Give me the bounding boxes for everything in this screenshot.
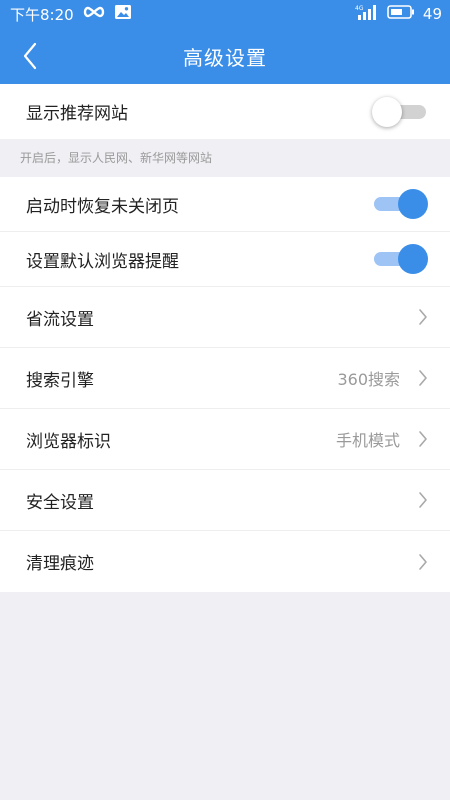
chevron-right-icon: [419, 553, 427, 570]
row-right: [418, 491, 428, 509]
row-default-browser-reminder[interactable]: 设置默认浏览器提醒: [0, 232, 450, 287]
row-show-recommended-sites[interactable]: 显示推荐网站: [0, 84, 450, 139]
infinity-icon: [82, 5, 106, 23]
row-label: 显示推荐网站: [26, 104, 128, 124]
chevron-right-icon: [419, 492, 427, 508]
settings-group-main: 启动时恢复未关闭页 设置默认浏览器提醒 省流设置 搜索引擎 360搜索 浏览器标…: [0, 177, 450, 592]
toggle-knob: [372, 96, 402, 127]
restore-pages-toggle[interactable]: [372, 188, 428, 220]
recommend-hint: 开启后，显示人民网、新华网等网站: [20, 151, 213, 165]
row-right: 手机模式: [336, 427, 428, 451]
row-clear-traces[interactable]: 清理痕迹: [0, 531, 450, 592]
row-browser-identity[interactable]: 浏览器标识 手机模式: [0, 409, 450, 470]
row-label: 搜索引擎: [26, 370, 94, 391]
title-bar: 高级设置: [0, 28, 450, 84]
status-left: 下午8:20: [10, 4, 132, 25]
toggle-knob: [398, 189, 428, 219]
chevron-right-icon: [419, 431, 427, 447]
row-search-engine[interactable]: 搜索引擎 360搜索: [0, 348, 450, 409]
back-arrow-icon: [23, 42, 37, 70]
status-right: 4G 49: [355, 4, 442, 24]
default-browser-toggle[interactable]: [372, 243, 428, 275]
settings-group-recommend: 显示推荐网站: [0, 84, 450, 139]
search-engine-value: 360搜索: [337, 370, 400, 389]
row-security-settings[interactable]: 安全设置: [0, 470, 450, 531]
row-right: [418, 553, 428, 571]
image-notification-icon: [114, 4, 132, 24]
signal-network-label: 4G: [355, 5, 364, 12]
browser-identity-value: 手机模式: [335, 431, 400, 450]
row-label: 安全设置: [26, 492, 94, 513]
row-right: [418, 308, 428, 326]
row-label: 启动时恢复未关闭页: [26, 196, 179, 217]
chevron-right-icon: [419, 309, 427, 325]
row-right: 360搜索: [337, 366, 428, 390]
row-data-saving[interactable]: 省流设置: [0, 287, 450, 348]
row-label: 设置默认浏览器提醒: [26, 251, 179, 272]
signal-icon: 4G: [355, 4, 379, 24]
row-label: 浏览器标识: [26, 431, 111, 452]
status-bar: 下午8:20 4G 49: [0, 0, 450, 28]
recommended-sites-toggle[interactable]: [372, 96, 428, 128]
row-label: 清理痕迹: [26, 554, 94, 574]
battery-icon: [387, 5, 415, 23]
toggle-knob: [398, 244, 428, 274]
chevron-right-icon: [419, 370, 427, 386]
row-label: 省流设置: [26, 309, 94, 330]
battery-level: 49: [422, 5, 442, 23]
status-time: 下午8:20: [10, 5, 74, 24]
back-button[interactable]: [10, 36, 50, 76]
page-title: 高级设置: [183, 45, 267, 70]
row-restore-pages[interactable]: 启动时恢复未关闭页: [0, 177, 450, 232]
